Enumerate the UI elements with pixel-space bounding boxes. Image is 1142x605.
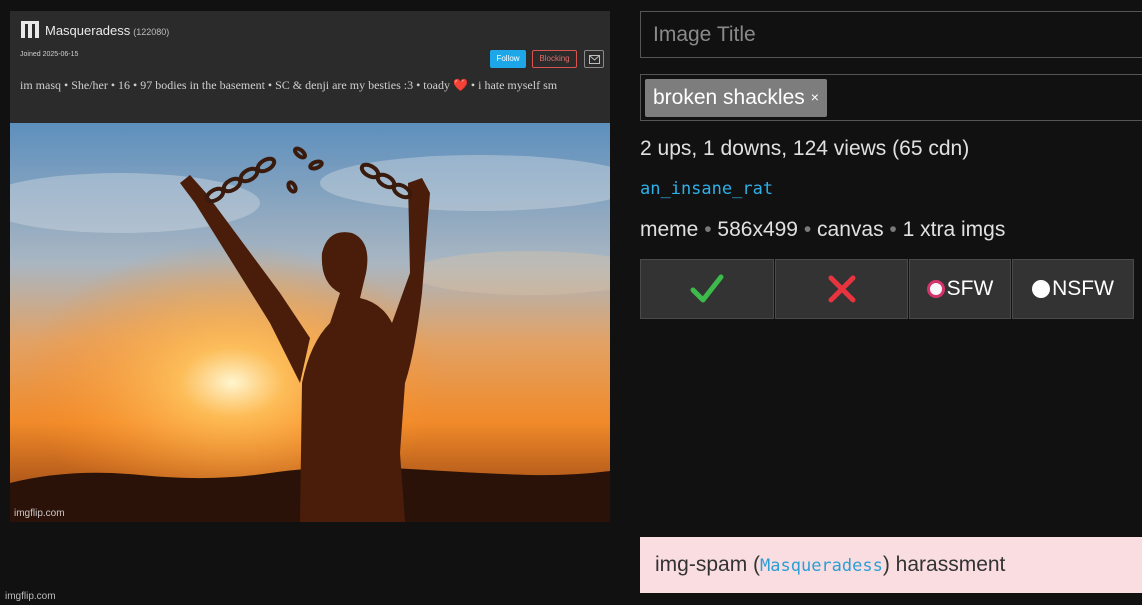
report-prefix: img-spam ( bbox=[655, 553, 761, 576]
report-user-link[interactable]: Masqueradess bbox=[760, 556, 883, 576]
bio-text: im masq • She/her • 16 • 97 bodies in th… bbox=[20, 78, 453, 92]
moderation-bar: SFW NSFW bbox=[640, 259, 1134, 319]
site-logo-icon bbox=[20, 19, 40, 45]
meta-extra: 1 xtra imgs bbox=[902, 218, 1006, 241]
sfw-option[interactable]: SFW bbox=[909, 259, 1011, 319]
bio-text-end: • i hate myself sm bbox=[467, 78, 558, 92]
profile-joined-date: Joined 2025-06-15 bbox=[20, 51, 79, 58]
sunset-photo: imgflip.com bbox=[10, 123, 610, 522]
uploader-link[interactable]: an_insane_rat bbox=[640, 179, 773, 199]
meta-type: meme bbox=[640, 218, 699, 241]
profile-header: Masqueradess (122080) Joined 2025-06-15 F… bbox=[10, 11, 610, 123]
profile-points: (122080) bbox=[133, 27, 170, 37]
profile-bio: im masq • She/her • 16 • 97 bodies in th… bbox=[20, 77, 595, 94]
tag-label: broken shackles bbox=[653, 86, 805, 109]
nsfw-radio[interactable] bbox=[1032, 280, 1051, 298]
meme-image[interactable]: Masqueradess (122080) Joined 2025-06-15 F… bbox=[10, 11, 610, 522]
approve-button[interactable] bbox=[640, 259, 774, 319]
imgflip-watermark: imgflip.com bbox=[14, 508, 65, 519]
nsfw-option[interactable]: NSFW bbox=[1012, 259, 1134, 319]
tags-input[interactable]: broken shackles × bbox=[640, 74, 1142, 121]
report-notice: img-spam (Masqueradess) harassment bbox=[640, 537, 1142, 593]
meta-dimensions: 586x499 bbox=[717, 218, 798, 241]
heart-icon: ❤️ bbox=[452, 78, 468, 92]
imgflip-watermark-outer: imgflip.com bbox=[5, 591, 56, 602]
username-text: Masqueradess bbox=[45, 23, 131, 38]
mail-icon bbox=[584, 50, 604, 68]
profile-username: Masqueradess (122080) bbox=[45, 23, 169, 38]
meta-separator: • bbox=[803, 218, 812, 241]
image-meta: meme • 586x499 • canvas • 1 xtra imgs bbox=[640, 218, 1005, 242]
nsfw-label: NSFW bbox=[1052, 277, 1114, 300]
image-title-input[interactable] bbox=[640, 11, 1142, 58]
blocking-button: Blocking bbox=[532, 50, 577, 68]
remove-tag-icon[interactable]: × bbox=[811, 89, 819, 105]
report-suffix: ) harassment bbox=[882, 553, 1006, 576]
cross-mark-icon bbox=[828, 275, 855, 303]
check-mark-icon bbox=[690, 274, 724, 303]
image-stats: 2 ups, 1 downs, 124 views (65 cdn) bbox=[640, 137, 970, 160]
reject-button[interactable] bbox=[775, 259, 908, 319]
sfw-label: SFW bbox=[946, 277, 994, 300]
meta-mode: canvas bbox=[817, 218, 884, 241]
follow-button: Follow bbox=[490, 50, 526, 68]
sfw-radio[interactable] bbox=[926, 280, 945, 298]
meta-separator: • bbox=[889, 218, 897, 241]
tag-chip: broken shackles × bbox=[645, 79, 827, 117]
meta-separator: • bbox=[704, 218, 712, 241]
